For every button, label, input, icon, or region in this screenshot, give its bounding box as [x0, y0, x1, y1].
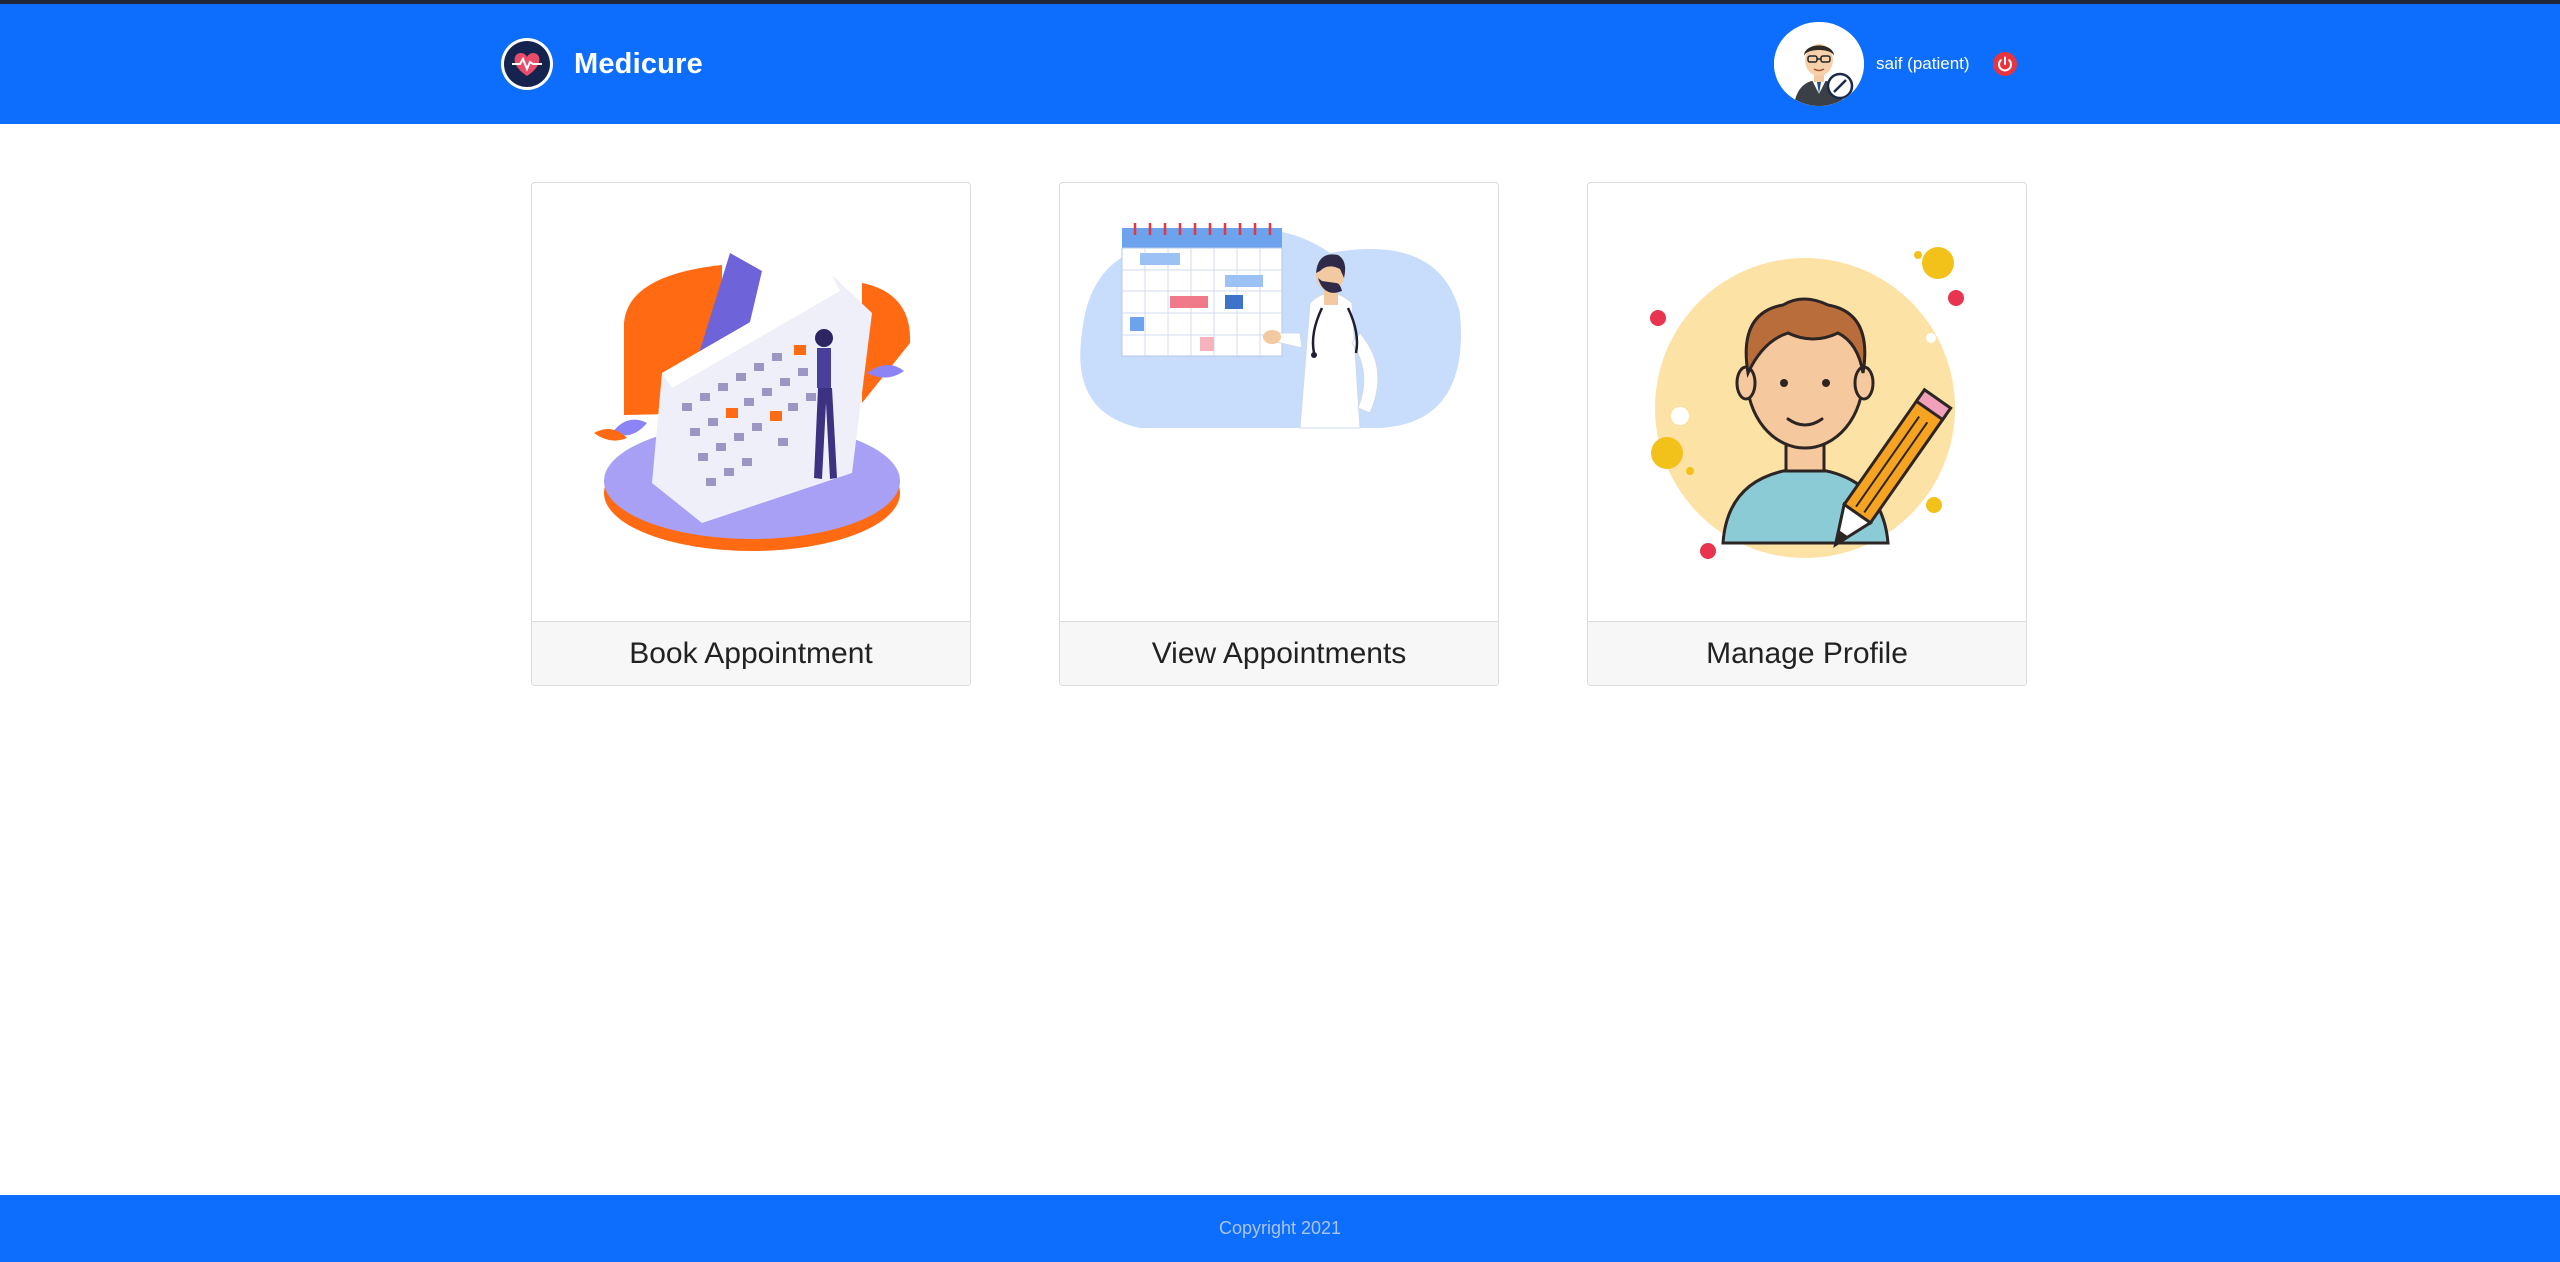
book-appointment-label: Book Appointment — [532, 621, 970, 685]
view-appointments-card[interactable]: View Appointments — [1059, 182, 1499, 686]
brand-name: Medicure — [574, 47, 703, 80]
navbar: Medicure saif (patient) — [0, 4, 2560, 124]
brand-link[interactable]: Medicure — [500, 37, 703, 91]
manage-profile-card[interactable]: Manage Profile — [1587, 182, 2027, 686]
calendar-illustration — [594, 253, 911, 551]
footer: Copyright 2021 — [0, 1195, 2560, 1262]
doctor-calendar-illustration — [1080, 223, 1461, 429]
profile-edit-illustration — [1650, 247, 1964, 559]
power-icon[interactable] — [1992, 51, 2018, 77]
heartbeat-logo-icon — [501, 38, 553, 90]
view-appointments-label: View Appointments — [1060, 621, 1498, 685]
user-menu: saif (patient) — [1774, 22, 2018, 106]
doctor-avatar-icon — [1774, 22, 1864, 106]
book-appointment-card[interactable]: Book Appointment — [531, 182, 971, 686]
copyright-text: Copyright 2021 — [1218, 1218, 1342, 1238]
user-name: saif (patient) — [1876, 54, 1970, 73]
manage-profile-label: Manage Profile — [1588, 621, 2026, 685]
avatar[interactable] — [1774, 22, 1864, 106]
